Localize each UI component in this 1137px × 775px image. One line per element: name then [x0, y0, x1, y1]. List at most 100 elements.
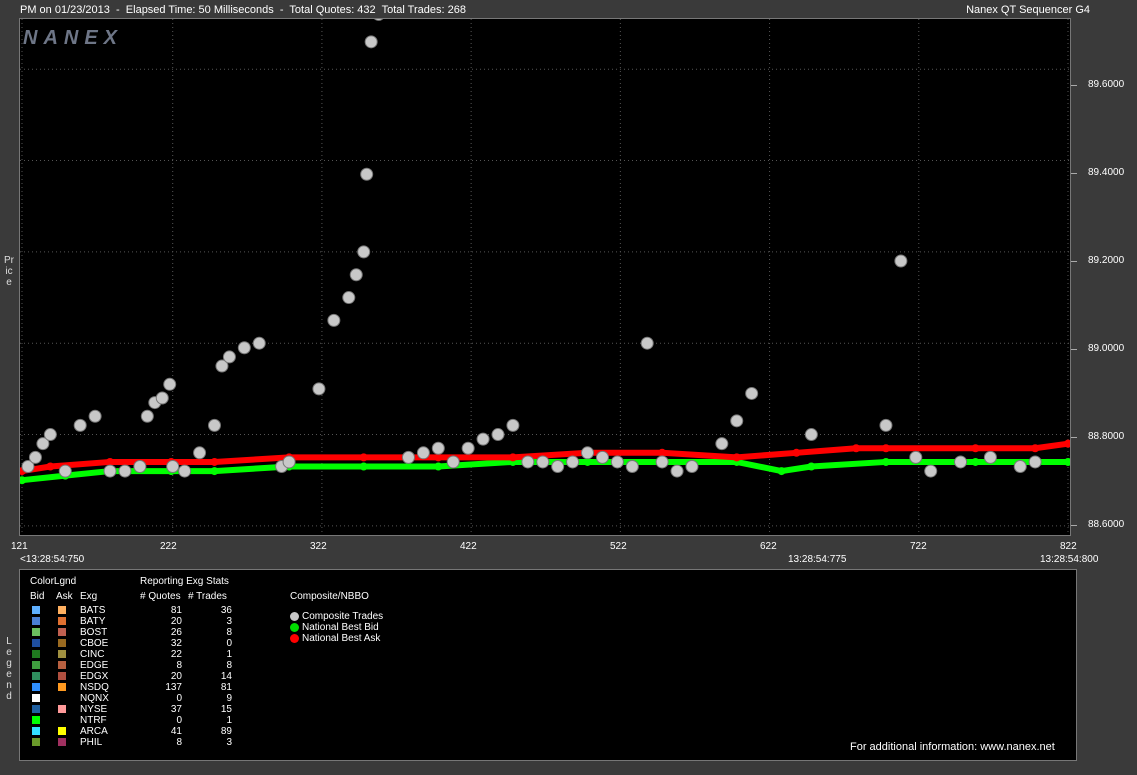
y-tick-mark	[1071, 173, 1077, 174]
legend-quotes-header: # Quotes	[140, 591, 181, 602]
trade-count: 0	[226, 638, 232, 649]
ask-color-swatch	[58, 639, 66, 647]
trade-count: 3	[226, 616, 232, 627]
quote-count: 22	[170, 649, 182, 660]
legend-ask-header: Ask	[56, 591, 73, 602]
composite-trade-point	[625, 460, 639, 474]
x-time-end: 13:28:54:800	[1040, 554, 1099, 565]
composite-legend-label: Composite Trades	[302, 611, 384, 622]
composite-trade-point	[491, 428, 505, 442]
quote-count: 37	[170, 704, 182, 715]
composite-trade-point	[461, 441, 475, 455]
composite-trade-point	[551, 460, 565, 474]
legend-side-label: Legend	[6, 636, 12, 702]
quote-count: 8	[176, 660, 182, 671]
legend-row-arca: ARCA 41 89	[20, 726, 280, 737]
composite-trade-point	[364, 35, 378, 49]
nanex-logo: NANEX	[23, 27, 124, 49]
x-tick-label: 121	[11, 541, 28, 552]
national-best-ask-point	[46, 462, 55, 471]
quote-count: 8	[176, 737, 182, 748]
national-best-bid-point	[881, 457, 890, 466]
x-time-start: <13:28:54:750	[20, 554, 85, 565]
ask-color-swatch	[58, 617, 66, 625]
national-best-bid-point	[359, 462, 368, 471]
legend-row-nsdq: NSDQ 137 81	[20, 682, 280, 693]
x-tick-label: 422	[460, 541, 477, 552]
composite-trade-point	[178, 464, 192, 478]
y-tick-mark	[1071, 437, 1077, 438]
bid-color-swatch	[32, 738, 40, 746]
y-tick-mark	[1071, 525, 1077, 526]
chart-header-app-name: Nanex QT Sequencer G4	[966, 4, 1090, 16]
y-tick-label: 89.0000	[1088, 343, 1125, 354]
trade-count: 89	[220, 726, 232, 737]
national-best-ask-point	[881, 444, 890, 453]
composite-trade-point	[163, 377, 177, 391]
quote-count: 20	[170, 671, 182, 682]
legend-dot-icon	[290, 633, 299, 643]
exchange-name: EDGX	[80, 671, 109, 682]
composite-legend-label: National Best Bid	[302, 622, 379, 633]
bid-color-swatch	[32, 650, 40, 658]
x-tick-label: 622	[760, 541, 777, 552]
bid-color-swatch	[32, 727, 40, 735]
price-chart	[20, 19, 1070, 535]
plot-area[interactable]	[19, 18, 1071, 536]
legend-exg-header: Exg	[80, 591, 98, 602]
composite-trade-point	[282, 455, 296, 469]
legend-row-edge: EDGE 8 8	[20, 660, 280, 671]
exchange-name: NTRF	[80, 715, 107, 726]
composite-trade-point	[581, 446, 595, 460]
composite-trade-point	[193, 446, 207, 460]
x-tick-label: 522	[610, 541, 627, 552]
composite-trade-point	[521, 455, 535, 469]
composite-trade-point	[360, 167, 374, 181]
exchange-name: NSDQ	[80, 682, 109, 693]
trade-count: 1	[226, 649, 232, 660]
quote-count: 32	[170, 638, 182, 649]
legend-trades-header: # Trades	[188, 591, 227, 602]
exchange-name: ARCA	[80, 726, 108, 737]
composite-trade-point	[954, 455, 968, 469]
bid-color-swatch	[32, 606, 40, 614]
x-tick-label: 822	[1060, 541, 1077, 552]
quote-count: 0	[176, 715, 182, 726]
ask-color-swatch	[58, 661, 66, 669]
bid-color-swatch	[32, 716, 40, 724]
national-best-ask-point	[732, 453, 741, 462]
composite-trade-point	[715, 437, 729, 451]
legend-row-bats: BATS 81 36	[20, 605, 280, 616]
legend-stats-title: Reporting Exg Stats	[140, 576, 229, 587]
legend-dot-icon	[290, 622, 299, 632]
bid-color-swatch	[32, 705, 40, 713]
ask-color-swatch	[58, 716, 66, 724]
trade-count: 81	[220, 682, 232, 693]
composite-trade-point	[374, 19, 384, 21]
y-axis-label: Price	[4, 255, 14, 288]
bid-color-swatch	[32, 694, 40, 702]
composite-trade-point	[655, 455, 669, 469]
composite-trade-point	[506, 418, 520, 432]
y-tick-label: 89.6000	[1088, 79, 1125, 90]
legend-panel: ColorLgnd Reporting Exg Stats Bid Ask Ex…	[19, 569, 1077, 761]
bid-color-swatch	[32, 672, 40, 680]
legend-bid-header: Bid	[30, 591, 45, 602]
ask-color-swatch	[58, 672, 66, 680]
composite-trade-point	[73, 418, 87, 432]
bid-color-swatch	[32, 683, 40, 691]
composite-trade-point	[476, 432, 490, 446]
trade-count: 14	[220, 671, 232, 682]
ask-color-swatch	[58, 738, 66, 746]
composite-trade-point	[804, 428, 818, 442]
composite-trade-point	[103, 464, 117, 478]
composite-trade-point	[28, 450, 42, 464]
ask-color-swatch	[58, 683, 66, 691]
exchange-name: EDGE	[80, 660, 109, 671]
composite-trade-point	[155, 391, 169, 405]
composite-legend-item: National Best Bid	[290, 622, 379, 633]
ask-color-swatch	[58, 727, 66, 735]
composite-trade-point	[1013, 460, 1027, 474]
legend-row-ntrf: NTRF 0 1	[20, 715, 280, 726]
exchange-name: CBOE	[80, 638, 109, 649]
